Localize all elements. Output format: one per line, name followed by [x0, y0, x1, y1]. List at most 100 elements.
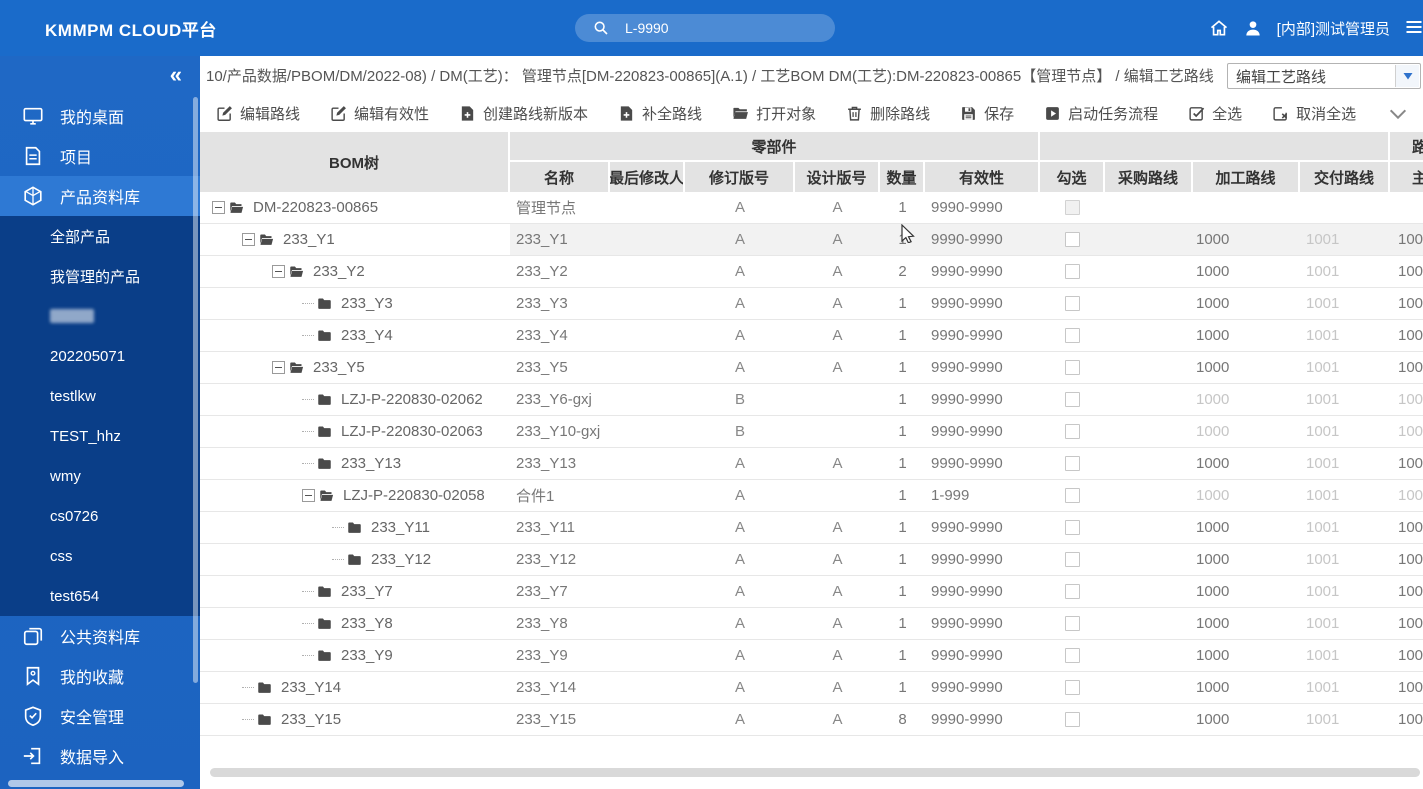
- toolbar-button[interactable]: 编辑有效性: [330, 103, 429, 124]
- table-row[interactable]: 233_Y8 233_Y8 A A 1 9990-9990 1000 1001 …: [200, 608, 1423, 640]
- toolbar-button[interactable]: 取消全选: [1272, 103, 1356, 124]
- row-checkbox[interactable]: [1065, 296, 1080, 311]
- tree-node-label[interactable]: DM-220823-00865: [253, 199, 378, 216]
- row-checkbox[interactable]: [1065, 552, 1080, 567]
- sidebar-item[interactable]: 我的收藏: [0, 656, 200, 696]
- tree-node-label[interactable]: 233_Y2: [313, 263, 365, 280]
- tree-node-label[interactable]: 233_Y1: [283, 231, 335, 248]
- table-row[interactable]: DM-220823-00865 管理节点 A A 1 9990-9990: [200, 192, 1423, 224]
- table-row[interactable]: 233_Y2 233_Y2 A A 2 9990-9990 1000 1001 …: [200, 256, 1423, 288]
- sidebar-collapse-button[interactable]: «: [170, 64, 182, 86]
- quantity-cell: 1: [880, 448, 925, 479]
- sidebar-item[interactable]: wmy: [0, 456, 200, 496]
- tree-node-label[interactable]: 233_Y14: [281, 679, 341, 696]
- toolbar-button[interactable]: 补全路线: [618, 103, 702, 124]
- tree-collapse-toggle[interactable]: [272, 265, 285, 278]
- sidebar-item[interactable]: 202205071: [0, 336, 200, 376]
- toolbar-button[interactable]: 保存: [960, 103, 1014, 124]
- sidebar-item[interactable]: css: [0, 536, 200, 576]
- tree-node-label[interactable]: LZJ-P-220830-02058: [343, 487, 485, 504]
- toolbar-button[interactable]: 启动任务流程: [1044, 103, 1158, 124]
- tree-node-label[interactable]: LZJ-P-220830-02063: [341, 423, 483, 440]
- toolbar-button[interactable]: 编辑路线: [216, 103, 300, 124]
- row-checkbox[interactable]: [1065, 264, 1080, 279]
- table-row[interactable]: 233_Y3 233_Y3 A A 1 9990-9990 1000 1001 …: [200, 288, 1423, 320]
- table-row[interactable]: 233_Y11 233_Y11 A A 1 9990-9990 1000 100…: [200, 512, 1423, 544]
- table-row[interactable]: 233_Y12 233_Y12 A A 1 9990-9990 1000 100…: [200, 544, 1423, 576]
- tree-node-label[interactable]: 233_Y3: [341, 295, 393, 312]
- search-input[interactable]: [625, 20, 805, 36]
- row-checkbox[interactable]: [1065, 424, 1080, 439]
- tree-node-label[interactable]: 233_Y9: [341, 647, 393, 664]
- tree-collapse-toggle[interactable]: [212, 201, 225, 214]
- delivery-route-cell: 1001: [1300, 512, 1390, 543]
- table-row[interactable]: 233_Y15 233_Y15 A A 8 9990-9990 1000 100…: [200, 704, 1423, 736]
- row-checkbox[interactable]: [1065, 712, 1080, 727]
- table-row[interactable]: LZJ-P-220830-02062 233_Y6-gxj B 1 9990-9…: [200, 384, 1423, 416]
- home-icon[interactable]: [1209, 18, 1229, 38]
- global-search[interactable]: [575, 14, 835, 42]
- sidebar-item[interactable]: 项目: [0, 136, 200, 176]
- tree-node-label[interactable]: 233_Y4: [341, 327, 393, 344]
- row-checkbox[interactable]: [1065, 648, 1080, 663]
- table-row[interactable]: 233_Y13 233_Y13 A A 1 9990-9990 1000 100…: [200, 448, 1423, 480]
- tree-node-label[interactable]: 233_Y12: [371, 551, 431, 568]
- tree-node-label[interactable]: 233_Y11: [371, 519, 430, 536]
- sidebar-item[interactable]: test654: [0, 576, 200, 616]
- sidebar-item[interactable]: 我的桌面: [0, 96, 200, 136]
- hamburger-menu-icon[interactable]: [1404, 17, 1423, 39]
- table-row[interactable]: 233_Y5 233_Y5 A A 1 9990-9990 1000 1001 …: [200, 352, 1423, 384]
- sidebar-item[interactable]: TEST_hhz: [0, 416, 200, 456]
- table-row[interactable]: 233_Y7 233_Y7 A A 1 9990-9990 1000 1001 …: [200, 576, 1423, 608]
- row-checkbox[interactable]: [1065, 392, 1080, 407]
- table-row[interactable]: LZJ-P-220830-02063 233_Y10-gxj B 1 9990-…: [200, 416, 1423, 448]
- sidebar-item[interactable]: cs0726: [0, 496, 200, 536]
- row-checkbox[interactable]: [1065, 520, 1080, 535]
- name-cell: 233_Y10-gxj: [510, 416, 610, 447]
- validity-cell: 9990-9990: [925, 320, 1040, 351]
- toolbar-button[interactable]: 创建路线新版本: [459, 103, 588, 124]
- tree-node-label[interactable]: 233_Y7: [341, 583, 393, 600]
- row-checkbox[interactable]: [1065, 488, 1080, 503]
- sidebar-item[interactable]: 我管理的产品: [0, 256, 200, 296]
- tree-node-label[interactable]: 233_Y15: [281, 711, 341, 728]
- table-row[interactable]: 233_Y1 233_Y1 A A 1 9990-9990 1000 1001 …: [200, 224, 1423, 256]
- view-select[interactable]: 编辑工艺路线: [1227, 63, 1421, 89]
- row-checkbox[interactable]: [1065, 360, 1080, 375]
- tree-node-label[interactable]: 233_Y13: [341, 455, 401, 472]
- tree-node-label[interactable]: LZJ-P-220830-02062: [341, 391, 483, 408]
- sidebar-item[interactable]: testlkw: [0, 376, 200, 416]
- tree-collapse-toggle[interactable]: [242, 233, 255, 246]
- caret-down-icon[interactable]: [1395, 65, 1419, 87]
- user-icon[interactable]: [1243, 18, 1263, 38]
- tree-collapse-toggle[interactable]: [302, 489, 315, 502]
- table-row[interactable]: 233_Y9 233_Y9 A A 1 9990-9990 1000 1001 …: [200, 640, 1423, 672]
- row-checkbox[interactable]: [1065, 456, 1080, 471]
- row-checkbox[interactable]: [1065, 584, 1080, 599]
- name-cell: 233_Y12: [510, 544, 610, 575]
- toolbar-button[interactable]: 全选: [1188, 103, 1242, 124]
- tree-collapse-toggle[interactable]: [272, 361, 285, 374]
- sidebar-item[interactable]: 数据导入: [0, 736, 200, 776]
- row-checkbox[interactable]: [1065, 680, 1080, 695]
- row-checkbox[interactable]: [1065, 200, 1080, 215]
- sidebar-vertical-scrollbar[interactable]: [193, 97, 198, 683]
- sidebar-item[interactable]: 安全管理: [0, 696, 200, 736]
- sidebar-item[interactable]: 产品资料库: [0, 176, 200, 216]
- sidebar-item[interactable]: [0, 296, 200, 336]
- sidebar-item[interactable]: 全部产品: [0, 216, 200, 256]
- table-row[interactable]: 233_Y14 233_Y14 A A 1 9990-9990 1000 100…: [200, 672, 1423, 704]
- toolbar-button[interactable]: 打开对象: [732, 103, 816, 124]
- tree-node-label[interactable]: 233_Y8: [341, 615, 393, 632]
- toolbar-button[interactable]: 删除路线: [846, 103, 930, 124]
- table-row[interactable]: LZJ-P-220830-02058 合件1 A 1 1-999 1000 10…: [200, 480, 1423, 512]
- sidebar-item[interactable]: 公共资料库: [0, 616, 200, 656]
- table-horizontal-scrollbar[interactable]: [210, 768, 1420, 777]
- table-row[interactable]: 233_Y4 233_Y4 A A 1 9990-9990 1000 1001 …: [200, 320, 1423, 352]
- row-checkbox[interactable]: [1065, 616, 1080, 631]
- tree-node-label[interactable]: 233_Y5: [313, 359, 365, 376]
- sidebar-horizontal-scrollbar[interactable]: [8, 780, 184, 787]
- row-checkbox[interactable]: [1065, 328, 1080, 343]
- row-checkbox[interactable]: [1065, 232, 1080, 247]
- toolbar-collapse-icon[interactable]: [1387, 103, 1409, 125]
